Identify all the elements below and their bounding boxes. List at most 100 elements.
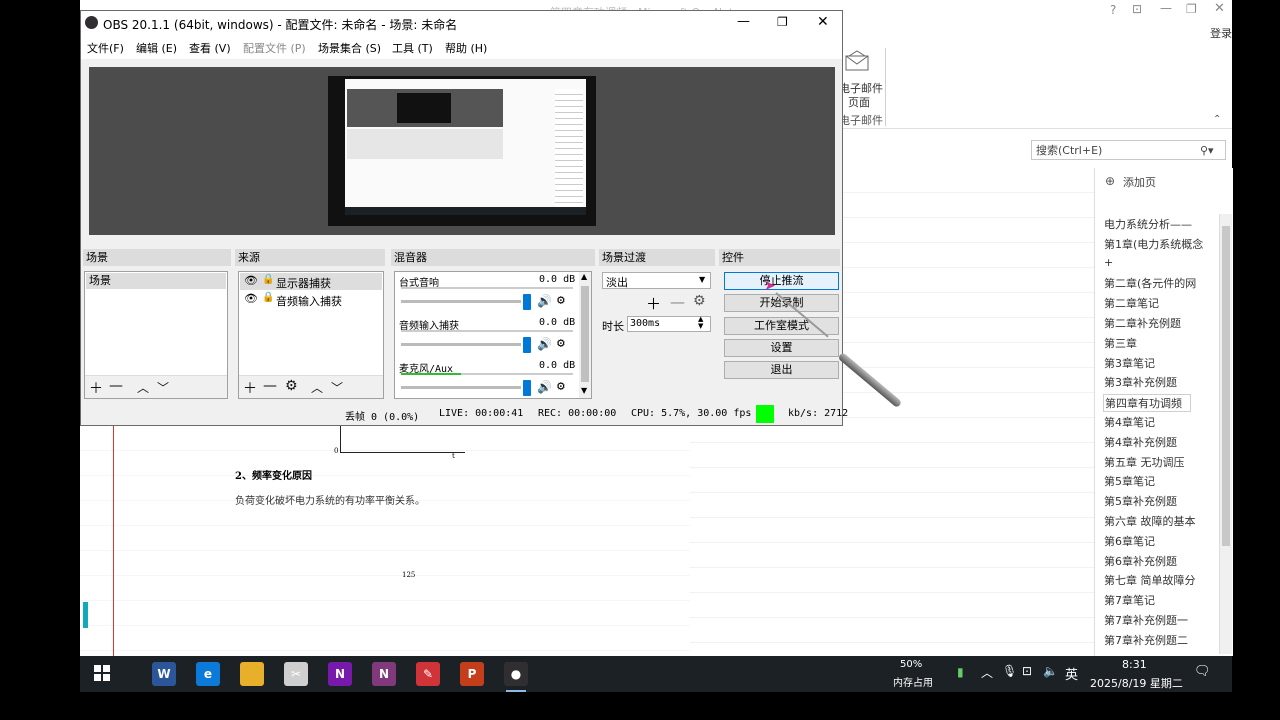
spin-arrows-icon[interactable]: ▲ ▼: [698, 316, 703, 330]
onenote2-icon[interactable]: N: [372, 662, 396, 686]
stop-streaming-button[interactable]: 停止推流: [724, 272, 839, 290]
source-properties-gear-icon[interactable]: ⚙: [285, 378, 298, 394]
page-list-item[interactable]: 第6章笔记: [1104, 533, 1155, 549]
speaker-icon[interactable]: 🔊: [537, 337, 552, 351]
source-item[interactable]: 👁 🔒 音频输入捕获: [240, 291, 382, 308]
close-icon[interactable]: ✕: [1214, 1, 1225, 16]
lock-icon[interactable]: 🔒: [262, 274, 274, 285]
source-item[interactable]: 👁 🔒 显示器捕获: [240, 273, 382, 290]
page-list-item[interactable]: 第二章(各元件的网: [1104, 275, 1196, 291]
mixer-scrollbar-thumb[interactable]: [581, 286, 589, 382]
clock-time[interactable]: 8:31: [1122, 658, 1147, 671]
menu-edit[interactable]: 编辑 (E): [136, 40, 177, 56]
page-list-item[interactable]: 第三章: [1104, 335, 1137, 351]
microphone-icon[interactable]: 🎙: [1002, 664, 1017, 678]
menu-file[interactable]: 文件(F): [87, 40, 124, 56]
volume-slider-handle[interactable]: [523, 294, 531, 310]
speaker-icon[interactable]: 🔊: [537, 380, 552, 394]
lock-icon[interactable]: 🔒: [262, 292, 274, 303]
email-page-label-2[interactable]: 页面: [848, 94, 870, 110]
page-list-item[interactable]: 第5章补充例题: [1104, 493, 1177, 509]
exit-button[interactable]: 退出: [724, 361, 839, 379]
page-list-item[interactable]: 第4章笔记: [1104, 414, 1155, 430]
obs-icon[interactable]: ●: [504, 662, 528, 692]
transition-gear-icon[interactable]: ⚙: [693, 293, 706, 309]
help-icon[interactable]: ?: [1110, 3, 1116, 17]
move-up-icon[interactable]: ︿: [311, 379, 323, 396]
menu-view[interactable]: 查看 (V): [189, 40, 231, 56]
page-list-item[interactable]: 第二章补充例题: [1104, 315, 1181, 331]
move-down-icon[interactable]: ﹀: [157, 379, 169, 396]
page-list-item[interactable]: 第七章 简单故障分: [1104, 572, 1196, 588]
page-list-item[interactable]: 第五章 无功调压: [1104, 454, 1185, 470]
mixer-scrollbar[interactable]: ▲ ▼: [579, 272, 591, 398]
move-up-icon[interactable]: ︿: [137, 379, 149, 396]
page-list-item[interactable]: 第3章笔记: [1104, 355, 1155, 371]
page-list-item[interactable]: 第四章有功调频: [1103, 394, 1191, 413]
edge-icon[interactable]: e: [196, 662, 220, 686]
notepad-icon[interactable]: ✎: [416, 662, 440, 686]
menu-help[interactable]: 帮助 (H): [445, 40, 487, 56]
collapse-ribbon-icon[interactable]: ⌃: [1213, 114, 1221, 125]
powerpoint-icon[interactable]: P: [460, 662, 484, 686]
signin-link[interactable]: 登录: [1210, 25, 1232, 41]
obs-preview[interactable]: [89, 67, 835, 235]
menu-profile[interactable]: 配置文件 (P): [243, 40, 306, 56]
track-gear-icon[interactable]: ⚙: [557, 379, 565, 394]
scroll-down-icon[interactable]: ▼: [581, 386, 587, 395]
page-list-item[interactable]: 第1章(电力系统概念: [1104, 236, 1203, 252]
track-gear-icon[interactable]: ⚙: [557, 336, 565, 351]
add-source-icon[interactable]: ＋: [243, 378, 257, 398]
clock-date[interactable]: 2025/8/19 星期二: [1090, 675, 1183, 691]
page-list-item[interactable]: 第7章笔记: [1104, 592, 1155, 608]
volume-slider[interactable]: [401, 343, 521, 346]
add-page-button[interactable]: 添加页: [1123, 174, 1156, 190]
add-scene-icon[interactable]: ＋: [89, 378, 103, 398]
page-list-item[interactable]: 第3章补充例题: [1104, 374, 1177, 390]
ime-indicator[interactable]: 英: [1065, 664, 1078, 683]
battery-icon[interactable]: ▮: [957, 665, 964, 679]
speaker-icon[interactable]: 🔊: [537, 294, 552, 308]
onenote-icon[interactable]: N: [328, 662, 352, 686]
tray-chevron-up-icon[interactable]: ︿: [981, 664, 993, 681]
remove-source-icon[interactable]: —: [263, 378, 277, 394]
minimize-icon[interactable]: —: [1160, 1, 1172, 15]
page-list-item[interactable]: 电力系统分析——: [1104, 216, 1192, 232]
page-list-item[interactable]: 第4章补充例题: [1104, 434, 1177, 450]
page-list-item[interactable]: 第6章补充例题: [1104, 553, 1177, 569]
track-gear-icon[interactable]: ⚙: [557, 293, 565, 308]
notification-icon[interactable]: 🗨: [1194, 664, 1211, 679]
eye-icon[interactable]: 👁: [244, 292, 258, 305]
explorer-icon[interactable]: [240, 662, 264, 686]
remove-transition-icon[interactable]: —: [670, 293, 685, 311]
chevron-down-icon[interactable]: ▼: [699, 275, 705, 284]
menu-scene-collection[interactable]: 场景集合 (S): [318, 40, 381, 56]
page-list-item[interactable]: 第5章笔记: [1104, 473, 1155, 489]
obs-close-icon[interactable]: ✕: [817, 14, 829, 30]
page-list-item[interactable]: 第二章笔记: [1104, 295, 1159, 311]
volume-icon[interactable]: 🔈: [1043, 664, 1058, 678]
page-list-item[interactable]: +: [1104, 256, 1113, 269]
page-list-item[interactable]: 第7章补充例题二: [1104, 632, 1188, 648]
obs-maximize-icon[interactable]: ❐: [777, 15, 788, 29]
eye-icon[interactable]: 👁: [244, 274, 258, 287]
menu-tools[interactable]: 工具 (T): [392, 40, 433, 56]
add-page-icon[interactable]: ⊕: [1105, 174, 1115, 188]
page-list-item[interactable]: 第六章 故障的基本: [1104, 513, 1196, 529]
scroll-up-icon[interactable]: ▲: [581, 272, 587, 281]
volume-slider[interactable]: [401, 386, 521, 389]
obs-minimize-icon[interactable]: —: [737, 14, 750, 29]
word-icon[interactable]: W: [152, 662, 176, 686]
settings-button[interactable]: 设置: [724, 339, 839, 357]
snipping-icon[interactable]: ✂: [284, 662, 308, 686]
add-transition-icon[interactable]: ＋: [646, 293, 661, 314]
search-icon[interactable]: ⚲▾: [1200, 141, 1214, 161]
volume-slider[interactable]: [401, 300, 521, 303]
ribbon-display-icon[interactable]: ⊡: [1132, 2, 1142, 16]
volume-slider-handle[interactable]: [523, 337, 531, 353]
pages-scrollbar[interactable]: [1219, 214, 1232, 654]
transition-select[interactable]: 淡出 ▼: [602, 272, 711, 289]
search-input[interactable]: 搜索(Ctrl+E) ⚲▾: [1031, 140, 1226, 160]
windows-start-icon[interactable]: [94, 665, 110, 681]
network-icon[interactable]: ⊡: [1022, 664, 1032, 678]
